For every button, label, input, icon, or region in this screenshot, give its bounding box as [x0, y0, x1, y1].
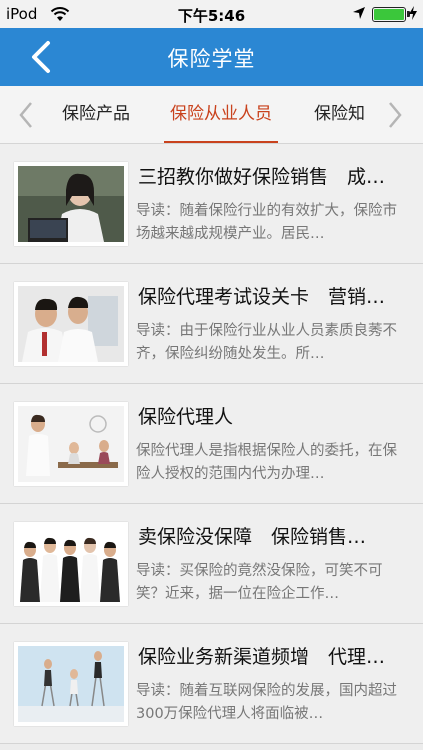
article-thumbnail — [14, 282, 128, 366]
battery-icon — [372, 7, 410, 22]
list-item[interactable]: 卖保险没保障 保险销售… 导读：买保险的竟然没保险，可笑不可笑？近来，据一位在险… — [0, 504, 423, 624]
list-item[interactable]: 三招教你做好保险销售 成… 导读：随着保险行业的有效扩大，保险市场越来越成规模产… — [0, 144, 423, 264]
scroll-right-arrow-icon[interactable] — [385, 100, 405, 130]
article-title: 三招教你做好保险销售 成… — [138, 166, 386, 188]
article-summary: 导读：随着保险行业的有效扩大，保险市场越来越成规模产业。居民… — [136, 203, 397, 242]
list-item[interactable]: 保险代理考试设关卡 营销… 导读：由于保险行业从业人员素质良莠不齐，保险纠纷随处… — [0, 264, 423, 384]
category-tab-bar: 保险产品 保险从业人员 保险知 — [0, 86, 423, 144]
tab-insurance-practitioners[interactable]: 保险从业人员 — [164, 86, 278, 143]
tab-insurance-knowledge[interactable]: 保险知 — [314, 86, 365, 143]
article-list: 三招教你做好保险销售 成… 导读：随着保险行业的有效扩大，保险市场越来越成规模产… — [0, 144, 423, 744]
article-title: 保险业务新渠道频增 代理… — [138, 646, 386, 668]
article-title: 卖保险没保障 保险销售… — [138, 526, 367, 548]
page-title: 保险学堂 — [167, 47, 256, 71]
people-on-ladders-photo — [18, 646, 124, 722]
scroll-left-arrow-icon[interactable] — [16, 100, 36, 130]
article-title: 保险代理考试设关卡 营销… — [138, 286, 386, 308]
navigation-bar: 保险学堂 — [0, 28, 423, 86]
status-bar: iPod 下午5:46 — [0, 0, 423, 28]
article-thumbnail — [14, 162, 128, 246]
article-summary: 保险代理人是指根据保险人的委托，在保险人授权的范围内代为办理… — [136, 443, 397, 482]
team-cheering-photo — [18, 526, 124, 602]
article-summary: 导读：由于保险行业从业人员素质良莠不齐，保险纠纷随处发生。所… — [136, 323, 397, 362]
tab-insurance-products[interactable]: 保险产品 — [62, 86, 130, 143]
article-summary: 导读：随着互联网保险的发展，国内超过300万保险代理人将面临被… — [136, 683, 397, 722]
woman-at-laptop-photo — [18, 166, 124, 242]
business-meeting-photo — [18, 406, 124, 482]
article-thumbnail — [14, 642, 128, 726]
list-item[interactable]: 保险业务新渠道频增 代理… 导读：随着互联网保险的发展，国内超过300万保险代理… — [0, 624, 423, 744]
list-item[interactable]: 保险代理人 保险代理人是指根据保险人的委托，在保险人授权的范围内代为办理… — [0, 384, 423, 504]
article-summary: 导读：买保险的竟然没保险，可笑不可笑？近来，据一位在险企工作… — [136, 563, 383, 602]
tab-strip: 保险产品 保险从业人员 保险知 — [50, 86, 372, 143]
article-thumbnail — [14, 522, 128, 606]
charging-bolt-icon — [409, 6, 417, 20]
location-arrow-icon — [353, 7, 365, 19]
article-thumbnail — [14, 402, 128, 486]
article-title: 保险代理人 — [138, 406, 234, 428]
two-men-at-computer-photo — [18, 286, 124, 362]
battery-fill — [374, 9, 404, 20]
